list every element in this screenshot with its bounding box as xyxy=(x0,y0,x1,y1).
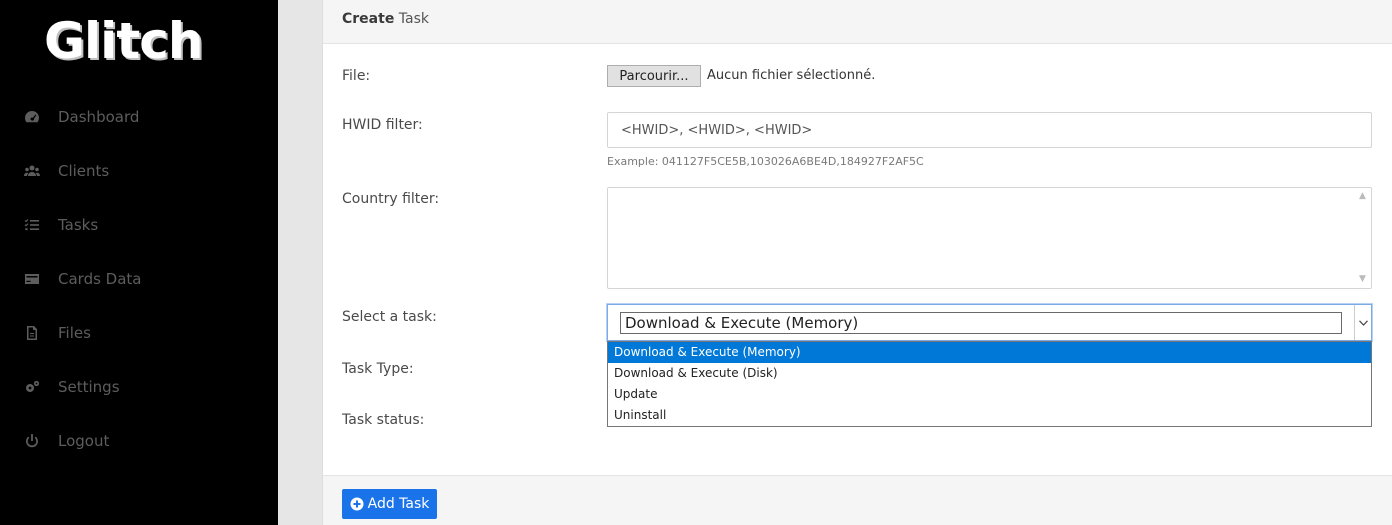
file-label: File: xyxy=(342,68,371,84)
task-type-label: Task Type: xyxy=(342,361,414,377)
hwid-filter-input[interactable] xyxy=(607,112,1372,148)
task-option[interactable]: Update xyxy=(608,384,1371,405)
country-filter-textarea[interactable]: ▲ ▼ xyxy=(607,187,1372,289)
tasks-icon xyxy=(22,217,42,233)
sidebar-item-dashboard[interactable]: Dashboard xyxy=(22,102,139,132)
hwid-help-text: Example: 041127F5CE5B,103026A6BE4D,18492… xyxy=(607,155,924,168)
scroll-up-icon[interactable]: ▲ xyxy=(1359,191,1366,201)
textarea-scrollbar[interactable]: ▲ ▼ xyxy=(1355,188,1371,288)
sidebar-item-clients[interactable]: Clients xyxy=(22,156,109,186)
sidebar-item-label: Logout xyxy=(58,432,110,450)
gears-icon xyxy=(22,379,42,395)
sidebar-item-label: Dashboard xyxy=(58,108,140,126)
file-icon xyxy=(22,325,42,341)
sidebar: Glitch Dashboard Clients Tasks Cards Dat… xyxy=(0,0,278,525)
task-status-label: Task status: xyxy=(342,412,425,428)
card-title-rest: Task xyxy=(394,11,429,27)
sidebar-item-label: Cards Data xyxy=(58,270,142,288)
dashboard-icon xyxy=(22,109,42,125)
card-footer: Add Task xyxy=(323,475,1392,525)
power-icon xyxy=(22,433,42,449)
logo: Glitch xyxy=(44,12,203,70)
sidebar-item-logout[interactable]: Logout xyxy=(22,426,109,456)
country-filter-label: Country filter: xyxy=(342,191,440,207)
hwid-filter-label: HWID filter: xyxy=(342,117,423,133)
card-title-bold: Create xyxy=(342,11,395,27)
task-option[interactable]: Download & Execute (Disk) xyxy=(608,363,1371,384)
select-task-label: Select a task: xyxy=(342,309,437,325)
chevron-down-icon[interactable] xyxy=(1354,305,1371,340)
sidebar-item-label: Clients xyxy=(58,162,110,180)
card-header: Create Task xyxy=(323,0,1392,44)
scroll-down-icon[interactable]: ▼ xyxy=(1359,274,1366,284)
add-task-label: Add Task xyxy=(367,496,430,512)
sidebar-item-label: Tasks xyxy=(58,216,99,234)
sidebar-item-tasks[interactable]: Tasks xyxy=(22,210,98,240)
create-task-card: Create Task File: Parcourir... Aucun fic… xyxy=(322,0,1392,525)
task-option[interactable]: Download & Execute (Memory) xyxy=(608,342,1371,363)
file-browse-button[interactable]: Parcourir... xyxy=(607,65,701,87)
task-select-dropdown: Download & Execute (Memory) Download & E… xyxy=(607,341,1372,427)
plus-circle-icon xyxy=(350,497,364,511)
sidebar-item-label: Files xyxy=(58,324,91,342)
card-title: Create Task xyxy=(342,11,429,27)
users-icon xyxy=(22,163,42,179)
task-select[interactable]: Download & Execute (Memory) xyxy=(607,304,1372,341)
file-status-text: Aucun fichier sélectionné. xyxy=(707,68,876,83)
task-select-value: Download & Execute (Memory) xyxy=(620,312,1342,334)
sidebar-item-cards-data[interactable]: Cards Data xyxy=(22,264,142,294)
sidebar-item-settings[interactable]: Settings xyxy=(22,372,120,402)
content-gutter xyxy=(278,0,322,525)
task-option[interactable]: Uninstall xyxy=(608,405,1371,426)
credit-card-icon xyxy=(22,271,42,287)
sidebar-item-files[interactable]: Files xyxy=(22,318,91,348)
sidebar-item-label: Settings xyxy=(58,378,120,396)
add-task-button[interactable]: Add Task xyxy=(342,489,437,519)
